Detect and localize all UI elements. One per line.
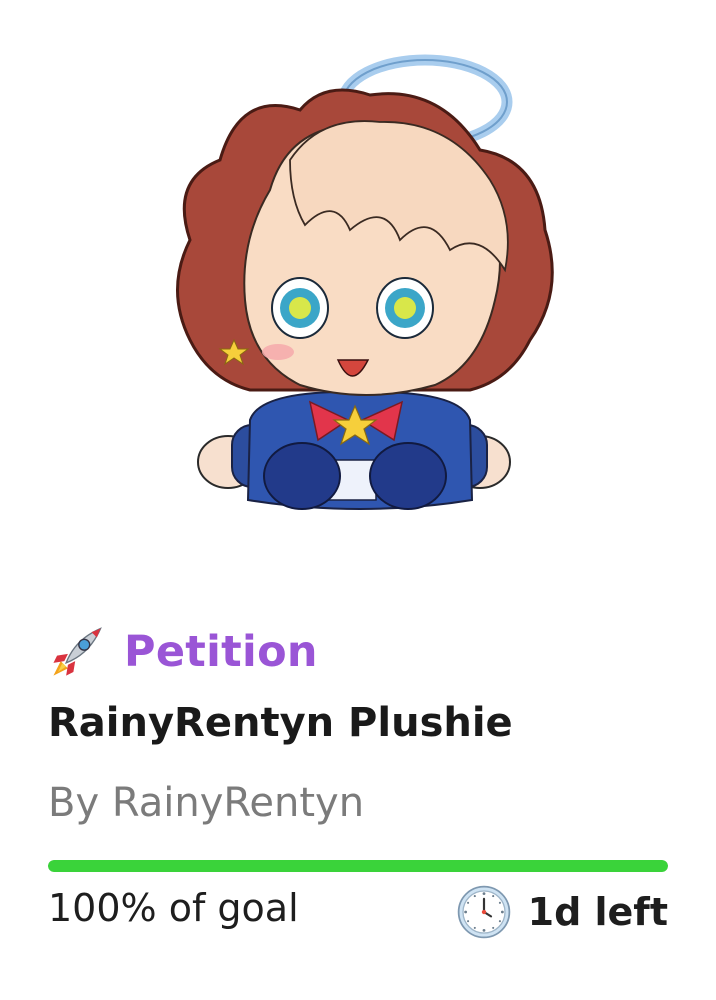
product-card[interactable]: Petition RainyRentyn Plushie By RainyRen… <box>0 0 716 1000</box>
category-tag: Petition <box>48 622 318 682</box>
clock-icon <box>456 884 512 940</box>
progress-bar <box>48 860 668 872</box>
product-image[interactable] <box>150 40 570 530</box>
funding-percent: 100% of goal <box>48 886 299 930</box>
product-title[interactable]: RainyRentyn Plushie <box>48 700 513 746</box>
time-remaining: 1d left <box>456 882 668 942</box>
progress-fill <box>48 860 668 872</box>
time-left-label: 1d left <box>527 890 668 934</box>
petition-label: Petition <box>124 627 318 677</box>
rocket-icon <box>48 623 106 681</box>
creator-name[interactable]: By RainyRentyn <box>48 780 364 826</box>
